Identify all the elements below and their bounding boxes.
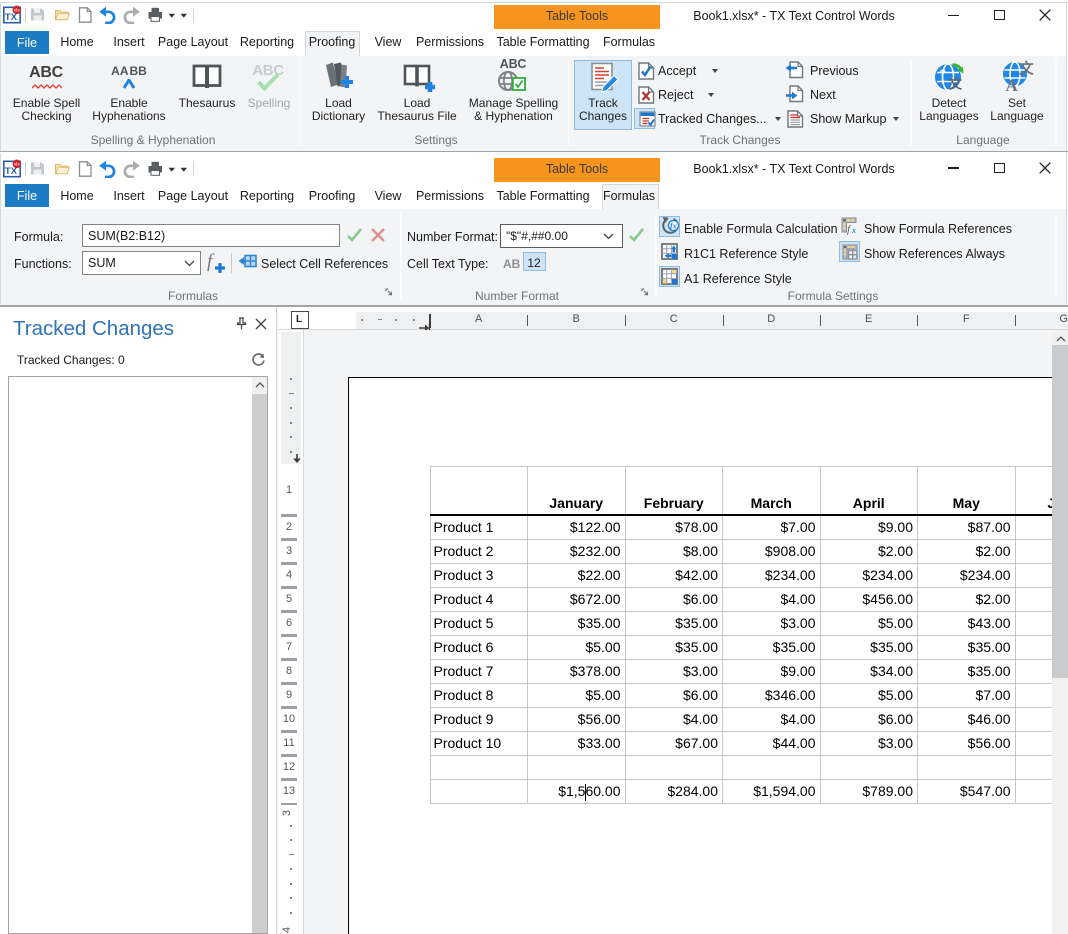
svg-text:A: A bbox=[1006, 76, 1019, 93]
svg-text:?: ? bbox=[940, 68, 946, 80]
svg-text:fx: fx bbox=[670, 222, 677, 231]
svg-text:文: 文 bbox=[949, 76, 963, 92]
svg-text:文: 文 bbox=[1019, 60, 1034, 78]
svg-text:xls: xls bbox=[14, 8, 20, 14]
svg-text:xls: xls bbox=[14, 161, 20, 167]
svg-text:x: x bbox=[851, 226, 856, 235]
